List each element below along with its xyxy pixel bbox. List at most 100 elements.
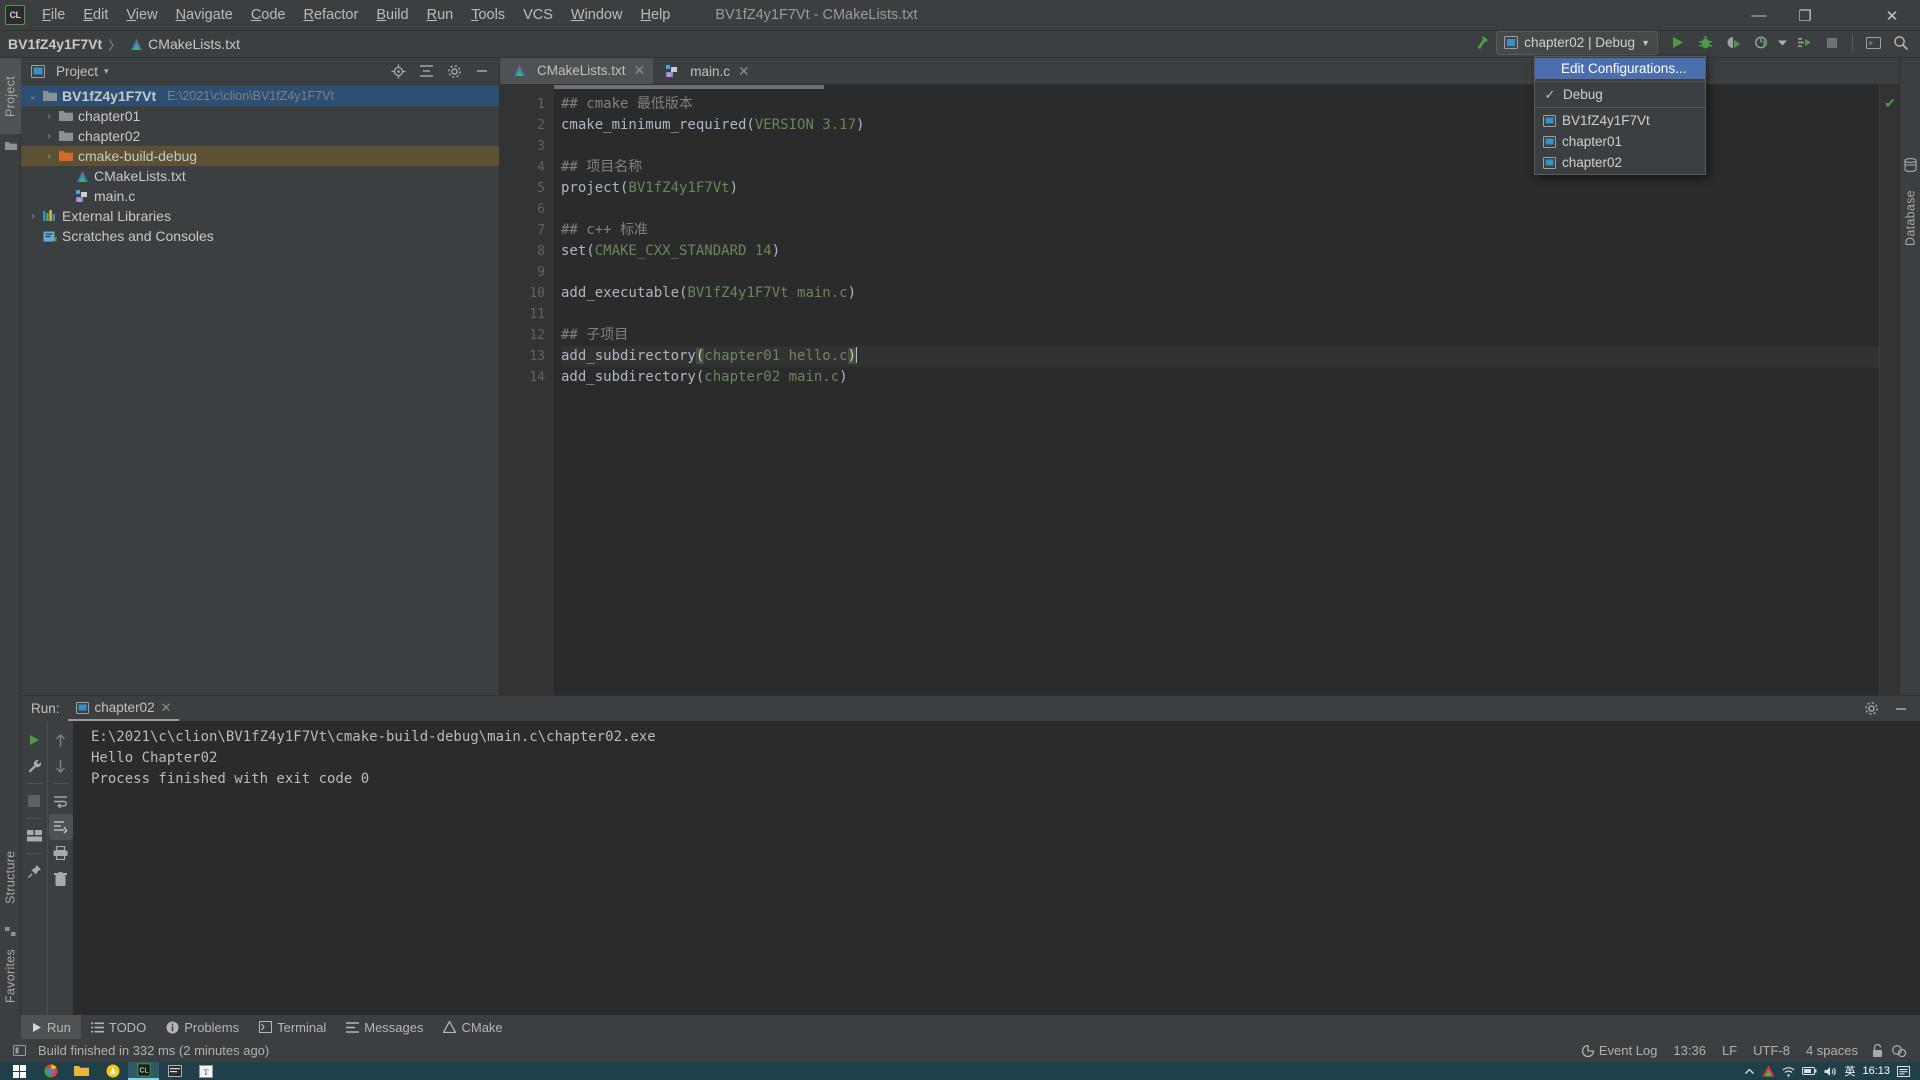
expand-arrow-icon[interactable]: ›	[41, 131, 57, 142]
code-line[interactable]: add_subdirectory(chapter01 hello.c)	[561, 346, 1899, 367]
close-icon[interactable]: ✕	[161, 700, 172, 716]
profile-dropdown-icon[interactable]	[1776, 31, 1789, 55]
menu-navigate[interactable]: Navigate	[167, 4, 242, 26]
wrench-icon[interactable]	[22, 753, 46, 779]
caret-position[interactable]: 13:36	[1665, 1043, 1714, 1058]
bottom-tab-messages[interactable]: Messages	[336, 1015, 433, 1039]
tree-item-chapter02[interactable]: › chapter02	[21, 126, 499, 146]
menu-run[interactable]: Run	[418, 4, 463, 26]
code-line[interactable]: add_executable(BV1fZ4y1F7Vt main.c)	[561, 283, 1899, 304]
code-line[interactable]: ## c++ 标准	[561, 220, 1899, 241]
menu-code[interactable]: Code	[242, 4, 295, 26]
menu-vcs[interactable]: VCS	[514, 4, 562, 26]
browser-icon[interactable]	[97, 1062, 128, 1080]
console-output[interactable]: E:\2021\c\clion\BV1fZ4y1F7Vt\cmake-build…	[73, 721, 1920, 1016]
settings-icon[interactable]	[1860, 698, 1882, 720]
typora-icon[interactable]: T	[190, 1062, 221, 1080]
soft-wrap-icon[interactable]	[49, 788, 73, 814]
pin-icon[interactable]	[22, 858, 46, 884]
hide-icon[interactable]	[471, 60, 493, 82]
menu-item-edit-configurations[interactable]: Edit Configurations...	[1535, 58, 1705, 79]
chrome-icon[interactable]	[35, 1062, 66, 1080]
code-content[interactable]: ## cmake 最低版本 cmake_minimum_required(VERS…	[554, 85, 1899, 695]
sidebar-tab-project[interactable]: Project	[0, 58, 21, 134]
explorer-icon[interactable]	[66, 1062, 97, 1080]
inspection-profile-icon[interactable]	[1888, 1040, 1910, 1062]
tree-item-main-c[interactable]: c main.c	[21, 186, 499, 206]
battery-icon[interactable]	[1802, 1066, 1817, 1076]
tree-item-scratches-and-consoles[interactable]: Scratches and Consoles	[21, 226, 499, 246]
memory-icon[interactable]	[8, 1040, 30, 1062]
code-line[interactable]: ## 子项目	[561, 325, 1899, 346]
file-encoding[interactable]: UTF-8	[1745, 1043, 1798, 1058]
menu-window[interactable]: Window	[562, 4, 632, 26]
run-configuration-dropdown[interactable]: Edit Configurations... ✓ Debug BV1fZ4y1F…	[1534, 56, 1706, 175]
bottom-tab-problems[interactable]: Problems	[156, 1015, 249, 1039]
inspection-gutter[interactable]: ✔	[1879, 85, 1899, 695]
expand-arrow-icon[interactable]: ⌄	[25, 91, 41, 102]
snip-icon[interactable]	[159, 1062, 190, 1080]
ime-icon[interactable]: 英	[1844, 1063, 1855, 1079]
rerun-icon[interactable]	[22, 727, 46, 753]
lock-icon[interactable]	[1866, 1040, 1888, 1062]
bottom-tab-todo[interactable]: TODO	[81, 1015, 156, 1039]
print-icon[interactable]	[49, 840, 73, 866]
tree-item-bv1fz4y1f7vt[interactable]: ⌄ BV1fZ4y1F7Vt E:\2021\c\clion\BV1fZ4y1F7V…	[21, 86, 499, 106]
windows-start-icon[interactable]	[4, 1062, 35, 1080]
code-line[interactable]: add_subdirectory(chapter02 main.c)	[561, 367, 1899, 388]
code-line[interactable]	[561, 262, 1899, 283]
run-session-tab[interactable]: chapter02 ✕	[67, 696, 180, 721]
tree-item-chapter01[interactable]: › chapter01	[21, 106, 499, 126]
app-tray-icon[interactable]	[1762, 1065, 1775, 1077]
network-icon[interactable]	[1782, 1066, 1795, 1077]
tree-item-cmakelists-txt[interactable]: CMakeLists.txt	[21, 166, 499, 186]
run-configuration-selector[interactable]: chapter02 | Debug ▼	[1496, 30, 1658, 55]
bottom-tab-terminal[interactable]: Terminal	[249, 1015, 336, 1039]
menu-item-config-chapter01[interactable]: chapter01	[1535, 131, 1705, 152]
indent-setting[interactable]: 4 spaces	[1798, 1043, 1866, 1058]
bottom-tab-run[interactable]: Run	[21, 1015, 81, 1039]
profile-icon[interactable]	[1748, 31, 1774, 55]
event-log-button[interactable]: Event Log	[1574, 1043, 1666, 1058]
close-icon[interactable]: ✕	[738, 63, 750, 80]
menu-item-config-bv1fz4y1f7vt[interactable]: BV1fZ4y1F7Vt	[1535, 110, 1705, 131]
tree-item-cmake-build-debug[interactable]: › cmake-build-debug	[21, 146, 499, 166]
menu-file[interactable]: File	[33, 4, 74, 26]
attach-debugger-icon[interactable]	[1791, 31, 1817, 55]
code-line[interactable]: project(BV1fZ4y1F7Vt)	[561, 178, 1899, 199]
locate-icon[interactable]	[387, 60, 409, 82]
up-icon[interactable]	[49, 727, 73, 753]
menu-tools[interactable]: Tools	[462, 4, 514, 26]
hide-icon[interactable]	[1890, 698, 1912, 720]
terminal-icon[interactable]	[1860, 31, 1886, 55]
taskbar-clock[interactable]: 16:13	[1862, 1065, 1890, 1077]
expand-arrow-icon[interactable]: ›	[25, 211, 41, 222]
run-icon[interactable]	[1664, 31, 1690, 55]
collapse-all-icon[interactable]	[415, 60, 437, 82]
menu-build[interactable]: Build	[367, 4, 417, 26]
menu-edit[interactable]: Edit	[74, 4, 117, 26]
menu-item-config-chapter02[interactable]: chapter02	[1535, 152, 1705, 173]
tree-item-external-libraries[interactable]: › External Libraries	[21, 206, 499, 226]
menu-view[interactable]: View	[117, 4, 166, 26]
sidebar-tab-database[interactable]: Database	[1900, 178, 1920, 258]
run-with-coverage-icon[interactable]	[1720, 31, 1746, 55]
sidebar-tab-structure[interactable]: Structure	[0, 834, 21, 920]
menu-refactor[interactable]: Refactor	[295, 4, 368, 26]
sidebar-tab-favorites[interactable]: Favorites	[0, 936, 21, 1016]
bottom-tab-cmake[interactable]: CMake	[433, 1015, 512, 1039]
code-line[interactable]	[561, 304, 1899, 325]
clion-icon[interactable]: CL	[128, 1062, 159, 1080]
clear-all-icon[interactable]	[49, 866, 73, 892]
code-line[interactable]	[561, 199, 1899, 220]
notifications-icon[interactable]	[1897, 1065, 1910, 1077]
editor-tab-cmakelists-txt[interactable]: CMakeLists.txt ✕	[500, 58, 654, 84]
close-icon[interactable]: ✕	[634, 62, 646, 79]
code-line[interactable]: set(CMAKE_CXX_STANDARD 14)	[561, 241, 1899, 262]
line-separator[interactable]: LF	[1714, 1043, 1745, 1058]
menu-item-debug[interactable]: ✓ Debug	[1535, 84, 1705, 105]
volume-icon[interactable]	[1824, 1066, 1837, 1077]
expand-arrow-icon[interactable]: ›	[41, 111, 57, 122]
debug-icon[interactable]	[1692, 31, 1718, 55]
down-icon[interactable]	[49, 753, 73, 779]
